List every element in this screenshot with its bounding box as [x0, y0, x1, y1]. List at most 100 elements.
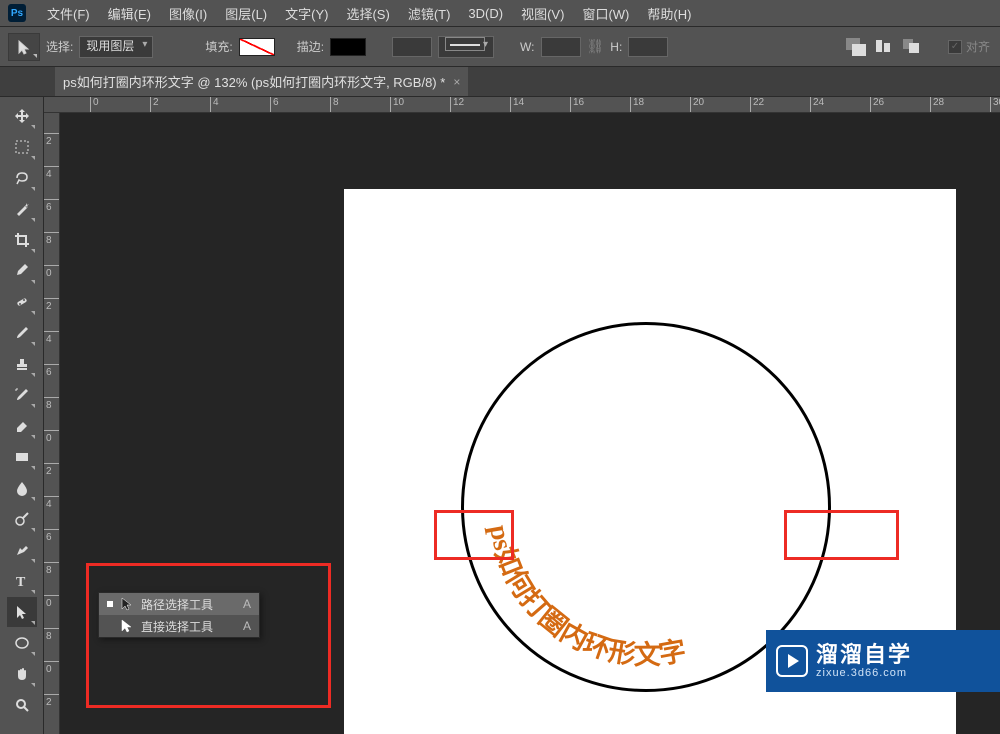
menu-file[interactable]: 文件(F) — [38, 0, 99, 27]
type-tool[interactable]: T — [7, 566, 37, 596]
menu-image[interactable]: 图像(I) — [160, 0, 216, 27]
menu-3d[interactable]: 3D(D) — [459, 2, 512, 25]
flyout-item-shortcut: A — [243, 619, 251, 633]
document-tab[interactable]: ps如何打圈内环形文字 @ 132% (ps如何打圈内环形文字, RGB/8) … — [55, 67, 468, 96]
width-input[interactable] — [541, 37, 581, 57]
ruler-tick: 28 — [930, 97, 944, 112]
flyout-item-1[interactable]: 直接选择工具 A — [99, 615, 259, 637]
ruler-tick: 4 — [210, 97, 219, 112]
ruler-tick: 6 — [44, 529, 59, 543]
dodge-tool[interactable] — [7, 504, 37, 534]
play-icon — [776, 645, 808, 677]
ruler-tick: 2 — [44, 694, 59, 708]
ruler-tick: 10 — [390, 97, 404, 112]
menu-bar: Ps 文件(F) 编辑(E) 图像(I) 图层(L) 文字(Y) 选择(S) 滤… — [0, 0, 1000, 27]
ruler-tick: 12 — [450, 97, 464, 112]
annotation-box-left — [434, 510, 514, 560]
ruler-tick: 20 — [690, 97, 704, 112]
zoom-tool[interactable] — [7, 690, 37, 720]
fill-swatch[interactable] — [239, 38, 275, 56]
ruler-tick: 8 — [330, 97, 339, 112]
canvas-area[interactable]: 024681012141618202224262830 246802468024… — [44, 97, 1000, 734]
ruler-tick: 2 — [44, 133, 59, 147]
pen-tool[interactable] — [7, 535, 37, 565]
gradient-tool[interactable] — [7, 442, 37, 472]
watermark: 溜溜自学 zixue.3d66.com — [766, 630, 1000, 692]
heal-tool[interactable] — [7, 287, 37, 317]
menu-help[interactable]: 帮助(H) — [638, 0, 700, 27]
align-checkbox-label: 对齐 — [966, 38, 990, 55]
stroke-label: 描边: — [297, 38, 324, 55]
menu-layer[interactable]: 图层(L) — [216, 0, 276, 27]
crop-tool[interactable] — [7, 225, 37, 255]
menu-filter[interactable]: 滤镜(T) — [399, 0, 460, 27]
ruler-tick: 2 — [150, 97, 159, 112]
ruler-tick: 0 — [44, 265, 59, 279]
eyedropper-tool[interactable] — [7, 256, 37, 286]
fill-label: 填充: — [205, 38, 232, 55]
menu-view[interactable]: 视图(V) — [512, 0, 573, 27]
options-right-group: ✓ 对齐 — [846, 38, 1000, 56]
arrange-icon[interactable] — [902, 38, 924, 56]
watermark-title: 溜溜自学 — [816, 643, 912, 667]
menu-select[interactable]: 选择(S) — [337, 0, 398, 27]
align-icon[interactable] — [874, 38, 896, 56]
stroke-type-dropdown[interactable] — [438, 36, 494, 58]
magic-wand-tool[interactable] — [7, 194, 37, 224]
align-checkbox[interactable]: ✓ 对齐 — [948, 38, 990, 55]
rect-marquee-tool[interactable] — [7, 132, 37, 162]
width-label: W: — [520, 40, 534, 54]
ruler-tick: 16 — [570, 97, 584, 112]
ruler-tick: 6 — [270, 97, 279, 112]
menu-type[interactable]: 文字(Y) — [276, 0, 337, 27]
ruler-tick: 8 — [44, 628, 59, 642]
height-input[interactable] — [628, 37, 668, 57]
flyout-item-shortcut: A — [243, 597, 251, 611]
document-tab-bar: ps如何打圈内环形文字 @ 132% (ps如何打圈内环形文字, RGB/8) … — [0, 67, 1000, 97]
ruler-tick: 22 — [750, 97, 764, 112]
path-select-tool[interactable] — [7, 597, 37, 627]
eraser-tool[interactable] — [7, 411, 37, 441]
history-brush-tool[interactable] — [7, 380, 37, 410]
pathops-icon[interactable] — [846, 38, 868, 56]
ruler-tick: 8 — [44, 397, 59, 411]
ps-logo-icon: Ps — [8, 4, 26, 22]
tool-flyout: 路径选择工具A 直接选择工具 A — [98, 592, 260, 638]
ruler-tick: 6 — [44, 364, 59, 378]
ruler-tick: 8 — [44, 562, 59, 576]
ruler-tick: 8 — [44, 232, 59, 246]
menu-window[interactable]: 窗口(W) — [573, 0, 638, 27]
brush-tool[interactable] — [7, 318, 37, 348]
chevron-down-icon — [33, 54, 37, 58]
blur-tool[interactable] — [7, 473, 37, 503]
ruler-tick: 26 — [870, 97, 884, 112]
ruler-tick: 14 — [510, 97, 524, 112]
link-icon[interactable]: ⛓ — [587, 38, 605, 55]
ruler-tick: 2 — [44, 298, 59, 312]
stamp-tool[interactable] — [7, 349, 37, 379]
ruler-tick: 30 — [990, 97, 1000, 112]
hand-tool[interactable] — [7, 659, 37, 689]
ellipse-shape-tool[interactable] — [7, 628, 37, 658]
stroke-width-input[interactable] — [392, 37, 432, 57]
flyout-item-0[interactable]: 路径选择工具A — [99, 593, 259, 615]
document-tab-title: ps如何打圈内环形文字 @ 132% (ps如何打圈内环形文字, RGB/8) … — [63, 72, 445, 91]
ruler-tick: 24 — [810, 97, 824, 112]
select-layer-dropdown[interactable]: 现用图层 — [79, 36, 153, 58]
ruler-tick: 6 — [44, 199, 59, 213]
lasso-tool[interactable] — [7, 163, 37, 193]
checkbox-icon: ✓ — [948, 40, 962, 54]
ruler-tick: 4 — [44, 331, 59, 345]
watermark-url: zixue.3d66.com — [816, 667, 912, 679]
move-tool[interactable] — [7, 101, 37, 131]
flyout-item-label: 直接选择工具 — [141, 618, 213, 635]
annotation-box-right — [784, 510, 899, 560]
close-icon[interactable]: × — [453, 75, 460, 89]
ruler-tick: 0 — [90, 97, 99, 112]
menu-edit[interactable]: 编辑(E) — [99, 0, 160, 27]
svg-text:T: T — [16, 575, 26, 589]
tool-preset-button[interactable] — [8, 33, 40, 61]
vertical-ruler: 246802468024680802 — [44, 113, 60, 734]
stroke-swatch[interactable] — [330, 38, 366, 56]
tools-panel: T — [0, 97, 44, 734]
